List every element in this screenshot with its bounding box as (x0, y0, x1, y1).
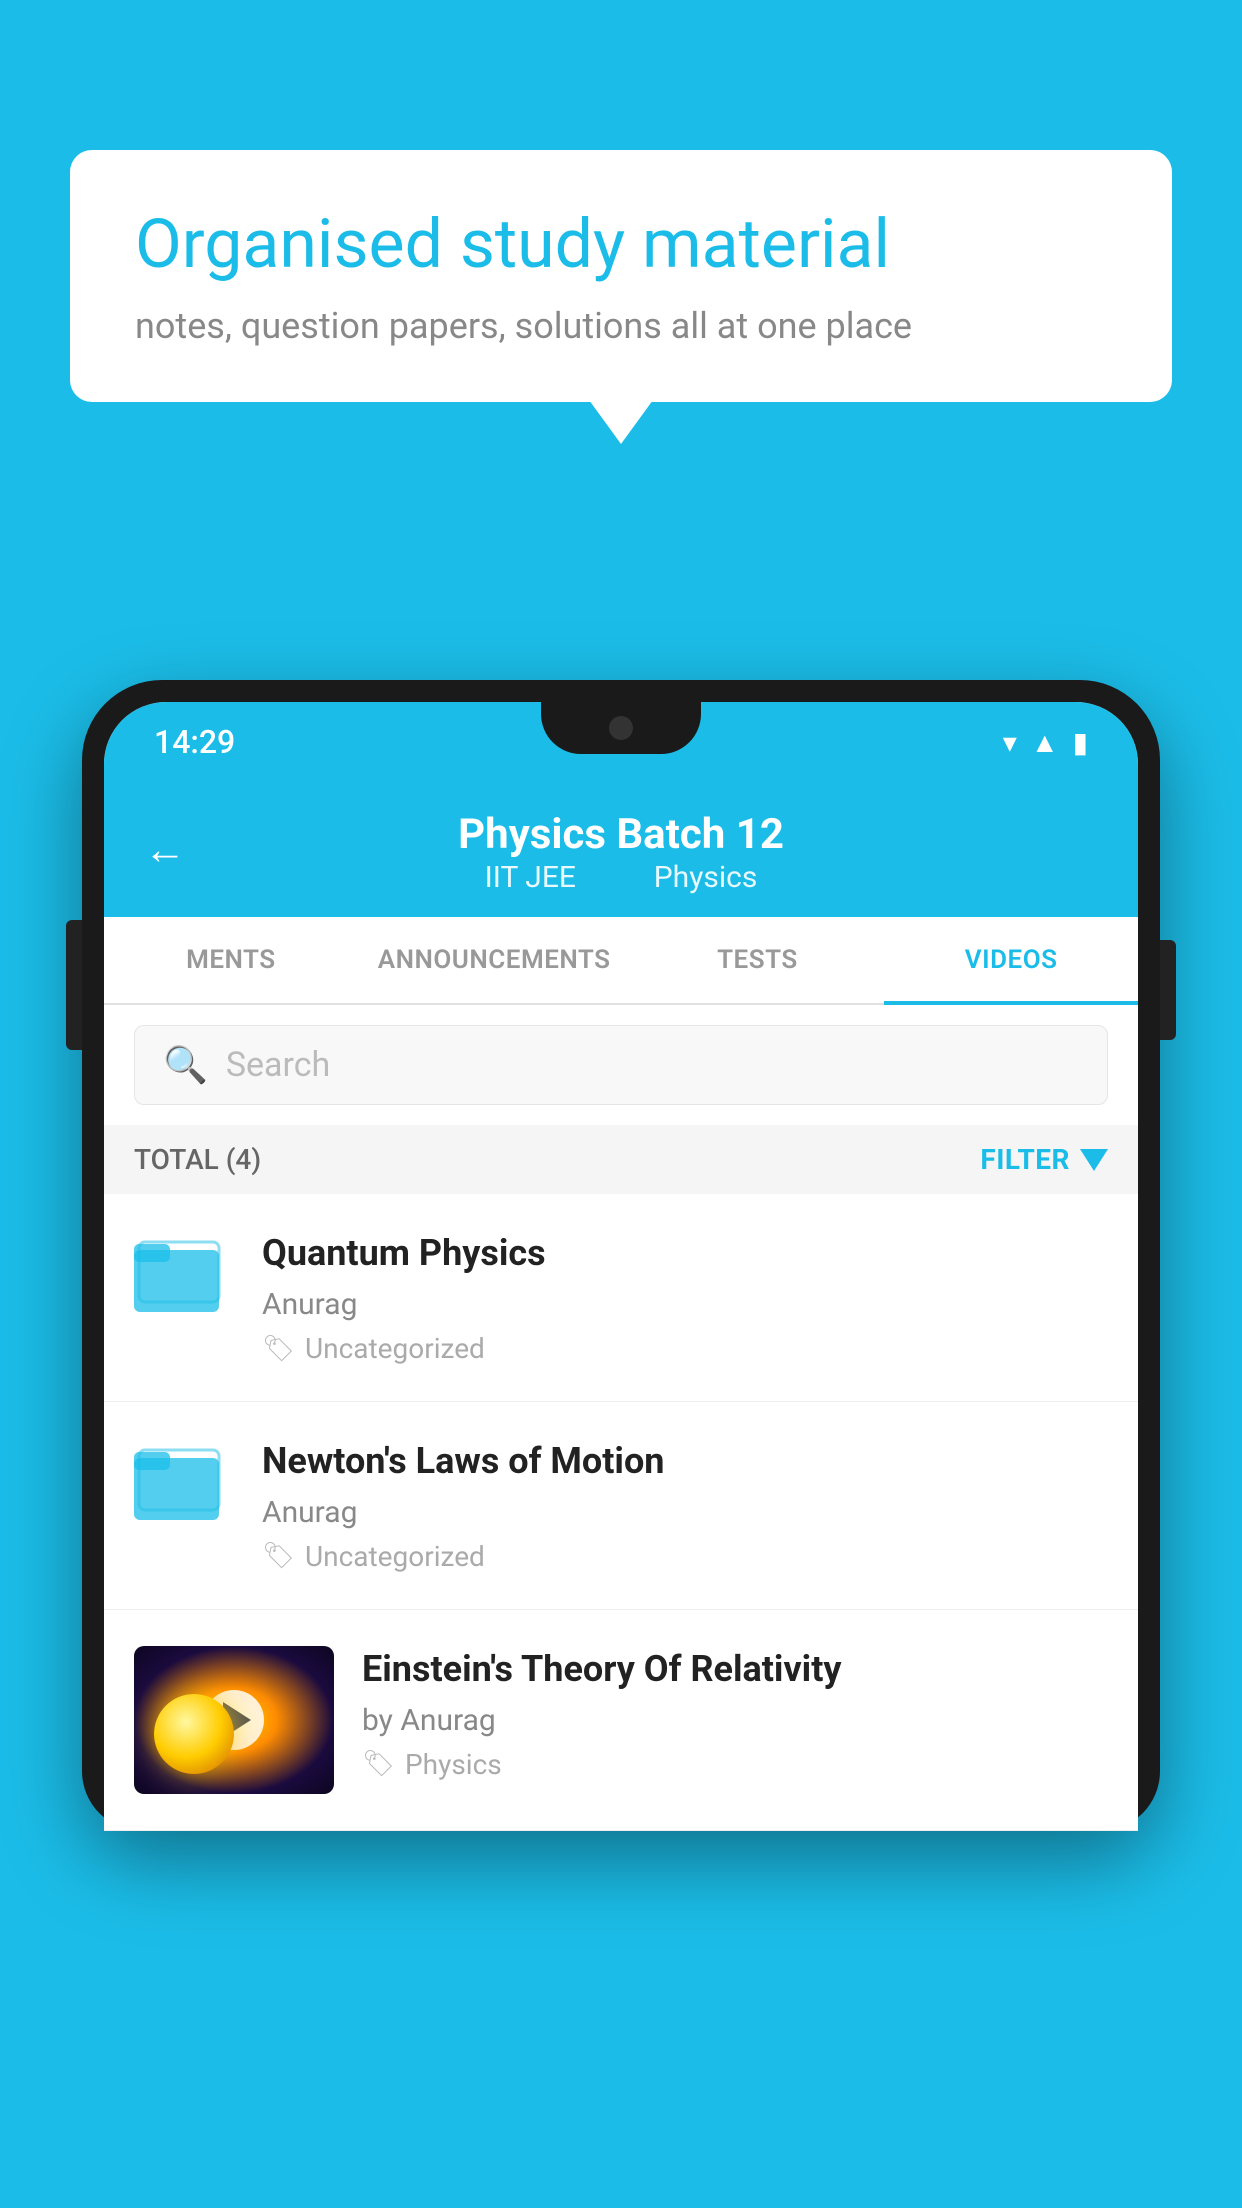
filter-label: FILTER (980, 1143, 1070, 1176)
tab-announcements[interactable]: ANNOUNCEMENTS (358, 917, 631, 1003)
video-tag: 🏷 Uncategorized (262, 1332, 1108, 1365)
status-time: 14:29 (154, 723, 235, 761)
back-button[interactable]: ← (144, 825, 186, 874)
subtitle-part2: Physics (654, 860, 758, 895)
status-bar: 14:29 ▾ ▲ ▮ (104, 702, 1138, 782)
filter-button[interactable]: FILTER (980, 1143, 1108, 1176)
tag-icon: 🏷 (262, 1541, 295, 1571)
tag-icon: 🏷 (262, 1334, 295, 1364)
tag-label: Uncategorized (305, 1540, 485, 1573)
bubble-title: Organised study material (135, 205, 1107, 283)
video-title: Newton's Laws of Motion (262, 1438, 1108, 1485)
app-header: ← Physics Batch 12 IIT JEE Physics (104, 782, 1138, 917)
bubble-subtitle: notes, question papers, solutions all at… (135, 305, 1107, 347)
total-count: TOTAL (4) (134, 1143, 261, 1176)
subtitle-separator (607, 860, 622, 895)
tag-label: Physics (405, 1748, 502, 1781)
video-title: Einstein's Theory Of Relativity (362, 1646, 1108, 1693)
header-subtitle: IIT JEE Physics (144, 860, 1098, 895)
video-thumbnail (134, 1646, 334, 1794)
search-container: 🔍 Search (104, 1005, 1138, 1125)
speech-bubble-container: Organised study material notes, question… (70, 150, 1172, 402)
search-bar[interactable]: 🔍 Search (134, 1025, 1108, 1105)
list-item[interactable]: Quantum Physics Anurag 🏷 Uncategorized (104, 1194, 1138, 1402)
subtitle-part1: IIT JEE (485, 860, 576, 895)
tabs-bar: MENTS ANNOUNCEMENTS TESTS VIDEOS (104, 917, 1138, 1005)
folder-icon (134, 1236, 224, 1316)
filter-bar: TOTAL (4) FILTER (104, 1125, 1138, 1194)
list-item[interactable]: Einstein's Theory Of Relativity by Anura… (104, 1610, 1138, 1831)
filter-icon (1080, 1149, 1108, 1171)
tab-ments[interactable]: MENTS (104, 917, 358, 1003)
video-author: Anurag (262, 1495, 1108, 1530)
tag-label: Uncategorized (305, 1332, 485, 1365)
list-item[interactable]: Newton's Laws of Motion Anurag 🏷 Uncateg… (104, 1402, 1138, 1610)
signal-icon: ▲ (1031, 726, 1059, 759)
video-author: Anurag (262, 1287, 1108, 1322)
speech-bubble: Organised study material notes, question… (70, 150, 1172, 402)
video-tag: 🏷 Physics (362, 1748, 1108, 1781)
video-info: Newton's Laws of Motion Anurag 🏷 Uncateg… (262, 1438, 1108, 1573)
video-author: by Anurag (362, 1703, 1108, 1738)
header-title: Physics Batch 12 (144, 810, 1098, 860)
folder-thumbnail (134, 1236, 234, 1320)
status-icons: ▾ ▲ ▮ (1003, 726, 1088, 759)
phone-wrapper: 14:29 ▾ ▲ ▮ ← Physics Batch 12 IIT JEE P… (82, 680, 1160, 2208)
video-list: Quantum Physics Anurag 🏷 Uncategorized (104, 1194, 1138, 1831)
wifi-icon: ▾ (1003, 726, 1017, 759)
tag-icon: 🏷 (362, 1749, 395, 1779)
video-title: Quantum Physics (262, 1230, 1108, 1277)
search-icon: 🔍 (163, 1044, 208, 1086)
cosmos-orb (154, 1694, 234, 1774)
folder-icon (134, 1444, 224, 1524)
phone-outer: 14:29 ▾ ▲ ▮ ← Physics Batch 12 IIT JEE P… (82, 680, 1160, 1831)
phone-screen: 14:29 ▾ ▲ ▮ ← Physics Batch 12 IIT JEE P… (104, 702, 1138, 1831)
folder-thumbnail (134, 1444, 234, 1528)
battery-icon: ▮ (1073, 726, 1088, 759)
notch (541, 702, 701, 754)
search-placeholder: Search (226, 1045, 330, 1085)
camera-icon (609, 716, 633, 740)
tab-videos[interactable]: VIDEOS (884, 917, 1138, 1003)
video-info: Quantum Physics Anurag 🏷 Uncategorized (262, 1230, 1108, 1365)
video-info: Einstein's Theory Of Relativity by Anura… (362, 1646, 1108, 1781)
tab-tests[interactable]: TESTS (631, 917, 885, 1003)
video-tag: 🏷 Uncategorized (262, 1540, 1108, 1573)
